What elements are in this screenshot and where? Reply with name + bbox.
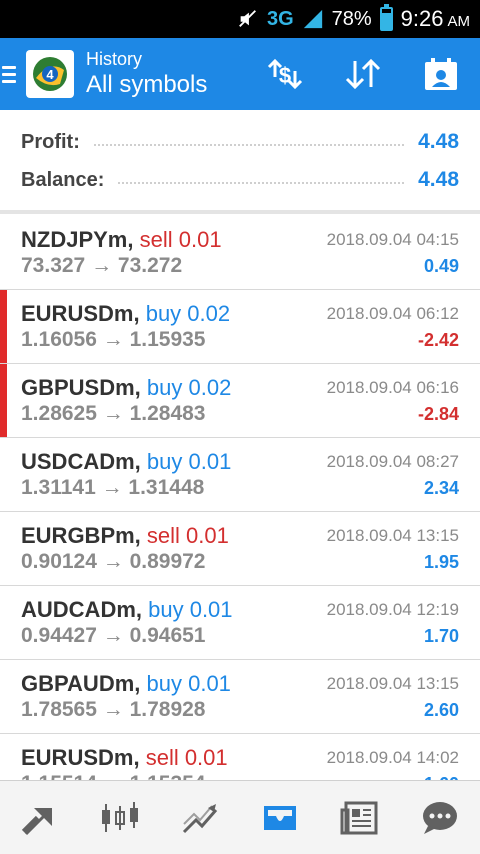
- trade-action: sell 0.01: [139, 227, 222, 252]
- trade-title: GBPUSDm, buy 0.02: [21, 375, 231, 401]
- trade-prices: 1.31141 → 1.31448: [21, 476, 205, 499]
- profit-row: Profit: 4.48: [21, 126, 459, 158]
- trade-row[interactable]: GBPAUDm, buy 0.01 1.78565 → 1.78928 2018.0…: [0, 660, 480, 734]
- chart-icon: [102, 801, 138, 832]
- currency-exchange-icon[interactable]: $: [246, 38, 324, 110]
- trade-symbol: AUDCADm,: [21, 597, 142, 622]
- trade-row[interactable]: EURUSDm, buy 0.02 1.16056 → 1.15935 2018.0…: [0, 290, 480, 364]
- trade-profit: 2.34: [423, 478, 459, 498]
- calendar-icon[interactable]: [402, 38, 480, 110]
- trade-symbol: NZDJPYm,: [21, 227, 134, 252]
- svg-text:4: 4: [46, 67, 54, 82]
- trade-symbol: EURGBPm,: [21, 523, 141, 548]
- trade-action: sell 0.01: [145, 745, 228, 770]
- dotted-leader: [93, 144, 405, 146]
- screen-title: History: [86, 49, 143, 69]
- trade-profit: -2.84: [417, 404, 459, 424]
- battery-icon: [379, 4, 393, 31]
- trade-action: buy 0.01: [148, 597, 233, 622]
- trade-title: USDCADm, buy 0.01: [21, 449, 231, 475]
- trade-symbol: GBPAUDm,: [21, 671, 141, 696]
- trade-title: AUDCADm, buy 0.01: [21, 597, 233, 623]
- nav-history[interactable]: [240, 781, 320, 854]
- nav-chart[interactable]: [80, 781, 160, 854]
- trade-row[interactable]: EURUSDm, sell 0.011.15514 → 1.153542018.…: [0, 734, 480, 782]
- trade-icon: [182, 803, 218, 833]
- metatrader-logo-icon[interactable]: 4: [26, 50, 74, 98]
- trade-time: 2018.09.04 12:19: [326, 600, 459, 619]
- trade-symbol: EURUSDm,: [21, 301, 140, 326]
- balance-row: Balance: 4.48: [21, 164, 459, 196]
- loss-marker: [0, 290, 7, 363]
- trade-profit: 2.60: [423, 700, 459, 720]
- nav-quotes[interactable]: [0, 781, 80, 854]
- trade-prices: 1.78565 → 1.78928: [21, 698, 206, 721]
- trade-title: EURUSDm, buy 0.02: [21, 301, 230, 327]
- menu-icon[interactable]: [2, 65, 16, 83]
- profit-value: 4.48: [418, 130, 459, 153]
- trade-time: 2018.09.04 04:15: [326, 230, 459, 249]
- trade-prices: 1.28625 → 1.28483: [21, 402, 206, 425]
- trade-action: buy 0.01: [146, 449, 232, 474]
- account-summary: Profit: 4.48 Balance: 4.48: [0, 110, 480, 214]
- trade-symbol: EURUSDm,: [21, 745, 140, 770]
- trade-time: 2018.09.04 06:12: [326, 304, 459, 323]
- trade-time: 2018.09.04 13:15: [326, 674, 459, 693]
- trade-symbol: USDCADm,: [21, 449, 141, 474]
- trade-title: EURGBPm, sell 0.01: [21, 523, 229, 549]
- quotes-icon: [21, 807, 52, 835]
- trade-prices: 73.327 → 73.272: [21, 254, 183, 277]
- trade-title: NZDJPYm, sell 0.01: [21, 227, 222, 253]
- trade-time: 2018.09.04 13:15: [326, 526, 459, 545]
- svg-text:$: $: [279, 63, 291, 88]
- trade-prices: 1.16056 → 1.15935: [21, 328, 206, 351]
- sort-icon[interactable]: [324, 38, 402, 110]
- trade-row[interactable]: GBPUSDm, buy 0.02 1.28625 → 1.28483 2018.0…: [0, 364, 480, 438]
- trade-action: buy 0.02: [145, 301, 231, 326]
- trade-time: 2018.09.04 08:27: [326, 452, 459, 471]
- history-icon: [264, 805, 296, 830]
- news-icon: [340, 801, 378, 834]
- trade-time: 2018.09.04 06:16: [326, 378, 459, 397]
- signal-icon: [302, 8, 324, 30]
- clock: 9:26 AM: [401, 6, 470, 32]
- trade-profit: -2.42: [417, 330, 459, 350]
- chat-icon: [423, 801, 457, 834]
- trade-row[interactable]: NZDJPYm, sell 0.01 73.327 → 73.272 2018.09…: [0, 216, 480, 290]
- trade-prices: 0.90124 → 0.89972: [21, 550, 206, 573]
- nav-trade[interactable]: [160, 781, 240, 854]
- trade-row[interactable]: USDCADm, buy 0.01 1.31141 → 1.31448 2018.0…: [0, 438, 480, 512]
- trade-time: 2018.09.04 14:02: [326, 748, 459, 767]
- symbol-filter[interactable]: All symbols: [86, 70, 207, 100]
- trade-history-list[interactable]: NZDJPYm, sell 0.01 73.327 → 73.272 2018.09…: [0, 216, 480, 782]
- nav-news[interactable]: [320, 781, 400, 854]
- battery-percent: 78%: [331, 7, 372, 30]
- trade-symbol: GBPUSDm,: [21, 375, 141, 400]
- trade-action: buy 0.01: [146, 671, 231, 696]
- network-type: 3G: [266, 7, 294, 30]
- balance-value: 4.48: [418, 168, 459, 191]
- trade-prices: 0.94427 → 0.94651: [21, 624, 206, 647]
- loss-marker: [0, 364, 7, 437]
- trade-profit: 1.95: [423, 552, 459, 572]
- trade-profit: 0.49: [423, 256, 459, 276]
- trade-profit: 1.70: [423, 626, 459, 646]
- trade-row[interactable]: AUDCADm, buy 0.01 0.94427 → 0.94651 2018.0…: [0, 586, 480, 660]
- trade-action: buy 0.02: [146, 375, 232, 400]
- nav-chat[interactable]: [400, 781, 480, 854]
- status-bar: 3G 78% 9:26 AM: [0, 0, 480, 38]
- profit-label: Profit:: [21, 130, 80, 153]
- clock-ampm: AM: [447, 12, 471, 30]
- dotted-leader: [118, 182, 405, 184]
- trade-row[interactable]: EURGBPm, sell 0.01 0.90124 → 0.89972 2018.…: [0, 512, 480, 586]
- clock-time: 9:26: [400, 6, 444, 31]
- trade-title: GBPAUDm, buy 0.01: [21, 671, 231, 697]
- trade-title: EURUSDm, sell 0.01: [21, 745, 228, 771]
- app-bar: 4 History All symbols $: [0, 38, 480, 110]
- bottom-navigation: [0, 780, 480, 854]
- balance-label: Balance:: [21, 168, 105, 191]
- mute-icon: [237, 8, 259, 30]
- trade-action: sell 0.01: [146, 523, 229, 548]
